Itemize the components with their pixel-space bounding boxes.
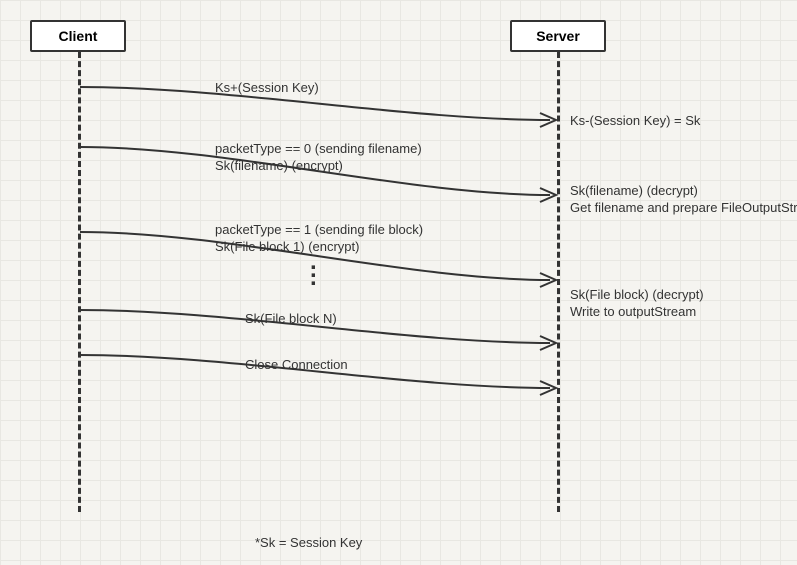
- msg4-label: Sk(File block N): [245, 311, 337, 326]
- vertical-ellipsis: ...: [310, 258, 317, 282]
- msg5-label: Close Connection: [245, 357, 348, 372]
- actor-server: Server: [510, 20, 606, 52]
- footnote: *Sk = Session Key: [255, 535, 362, 550]
- note1: Ks-(Session Key) = Sk: [570, 113, 700, 128]
- msg3b-label: Sk(File block 1) (encrypt): [215, 239, 359, 254]
- actor-client-label: Client: [59, 28, 98, 44]
- note3b: Write to outputStream: [570, 304, 696, 319]
- actor-server-label: Server: [536, 28, 580, 44]
- actor-client: Client: [30, 20, 126, 52]
- msg2b-label: Sk(filename) (encrypt): [215, 158, 343, 173]
- msg2a-label: packetType == 0 (sending filename): [215, 141, 422, 156]
- note2a: Sk(filename) (decrypt): [570, 183, 698, 198]
- note3a: Sk(File block) (decrypt): [570, 287, 704, 302]
- msg1-label: Ks+(Session Key): [215, 80, 319, 95]
- msg3a-label: packetType == 1 (sending file block): [215, 222, 423, 237]
- note2b: Get filename and prepare FileOutputStrea…: [570, 200, 797, 215]
